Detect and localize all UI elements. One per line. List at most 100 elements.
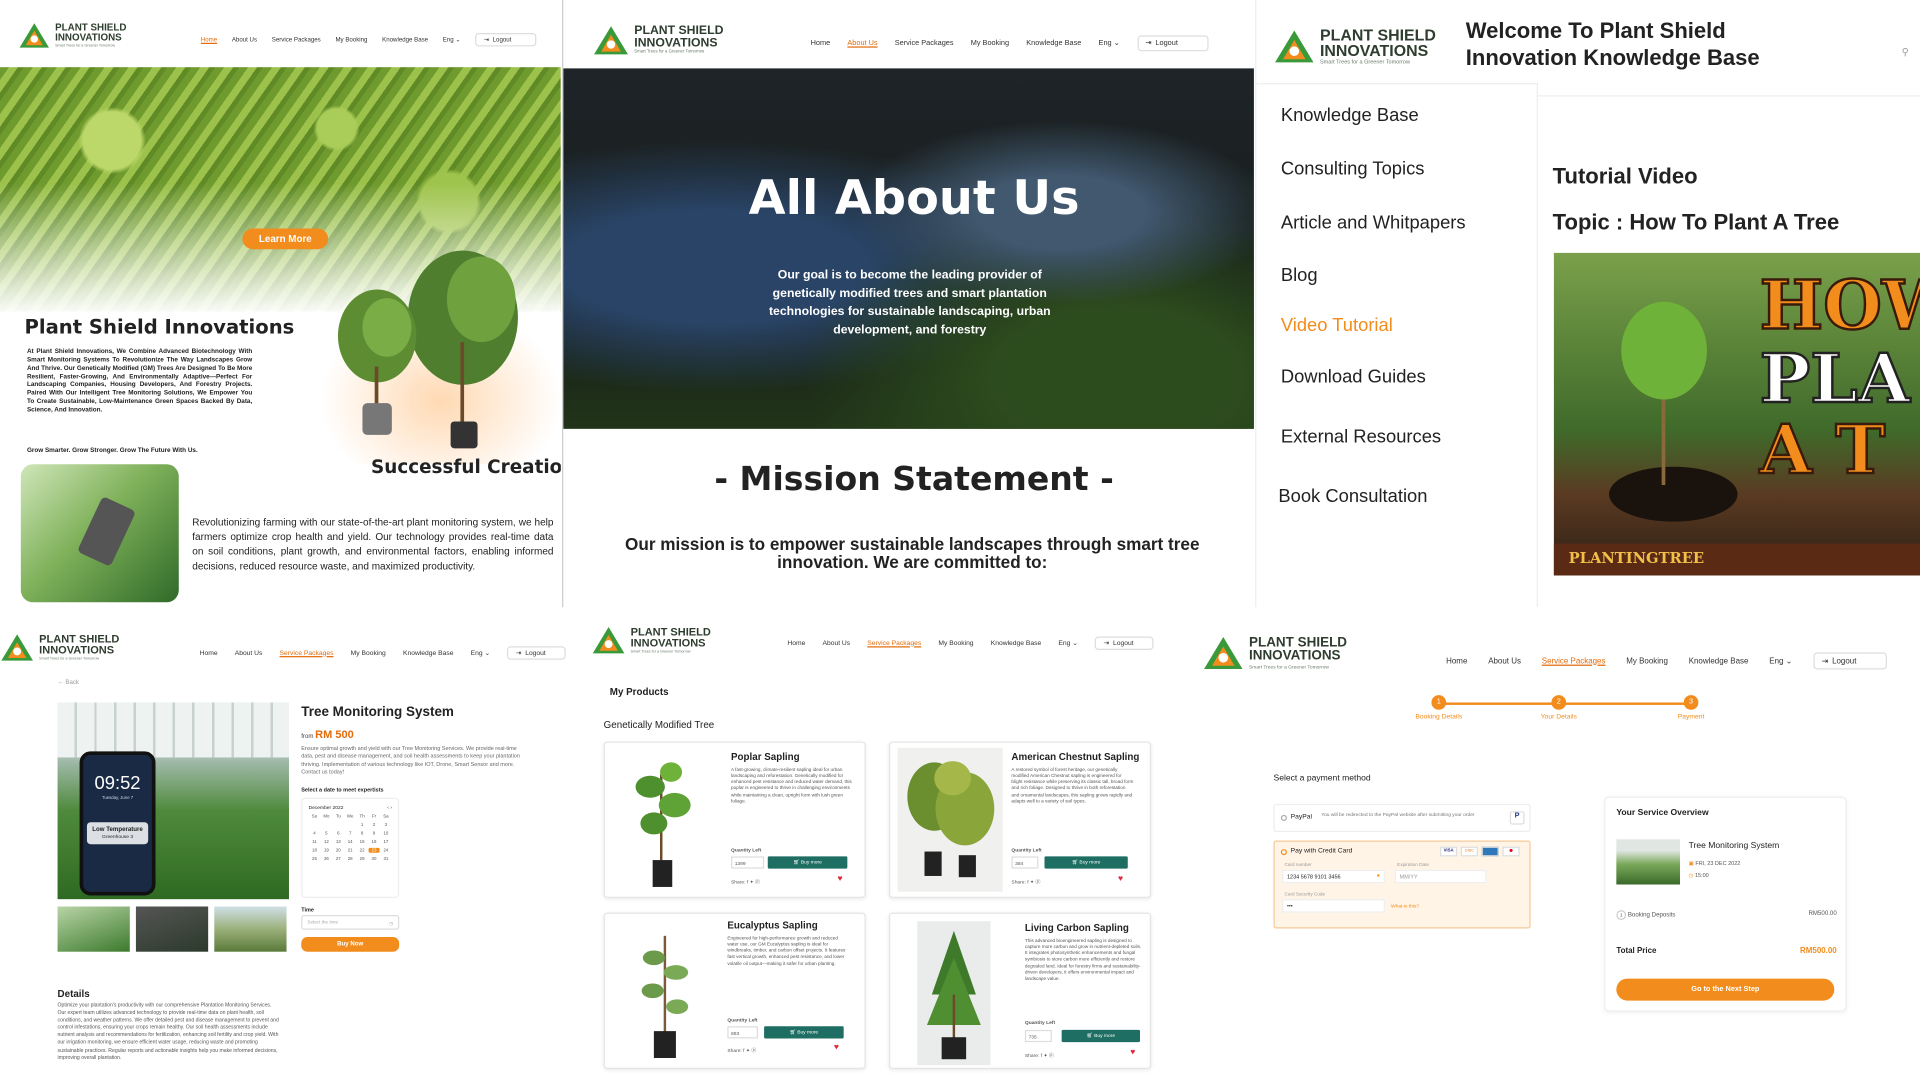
favorite-heart-icon[interactable]: ♥ [838,875,843,884]
nav-kb[interactable]: Knowledge Base [1689,657,1749,666]
favorite-heart-icon[interactable]: ♥ [834,1043,839,1052]
calendar-day[interactable]: 26 [320,856,332,861]
product-card[interactable]: Eucalyptus Sapling Engineered for high-p… [603,912,866,1069]
nav-about[interactable]: About Us [1488,657,1521,666]
language-select[interactable]: Eng ⌄ [1058,640,1078,647]
calendar-day[interactable]: 18 [309,848,321,853]
logo[interactable]: PLANT SHIELD INNOVATIONS Smart Trees for a… [0,633,119,662]
buy-more-button[interactable]: 🛒︎ Buy more [767,856,848,869]
calendar-day[interactable]: 13 [332,839,344,844]
paypal-radio[interactable] [1280,814,1287,821]
nav-home[interactable]: Home [787,640,805,647]
calendar-day[interactable]: 8 [356,831,368,836]
kb-item-articles[interactable]: Article and Whitpapers [1281,213,1466,234]
time-select[interactable]: Select the time ◷ [301,915,400,930]
calendar-day[interactable]: 31 [380,856,392,861]
logo[interactable]: PLANT SHIELD INNOVATIONS Smart Trees for a… [593,24,723,56]
calendar-day[interactable]: 28 [344,856,356,861]
language-select[interactable]: Eng ⌄ [443,36,461,43]
calendar-day[interactable]: 25 [309,856,321,861]
logout-button[interactable]: ⇥ Logout [1136,35,1209,52]
kb-item-video-tutorial[interactable]: Video Tutorial [1281,315,1393,336]
calendar-day[interactable]: 1 [356,822,368,827]
kb-item-consulting-topics[interactable]: Consulting Topics [1281,159,1425,180]
nav-kb[interactable]: Knowledge Base [1026,40,1081,47]
calendar-day[interactable]: 23 [368,847,380,853]
social-icons[interactable]: f ✦ ⓟ [747,878,760,884]
logo[interactable]: PLANT SHIELD INNOVATIONS Smart Trees for a… [1202,635,1347,670]
calendar-day[interactable]: 12 [320,839,332,844]
paypal-option[interactable]: PayPal You will be redirected to the Pay… [1273,803,1531,832]
quantity-input[interactable]: 1399 [731,856,765,869]
nav-packages[interactable]: Service Packages [1542,657,1606,666]
buy-more-button[interactable]: 🛒︎ Buy more [1061,1029,1141,1043]
nav-kb[interactable]: Knowledge Base [403,649,454,656]
step-3[interactable]: 3 Payment [1660,695,1721,721]
logo[interactable]: PLANT SHIELD INNOVATIONS Smart Trees for a… [1273,27,1436,65]
nav-packages[interactable]: Service Packages [272,36,321,43]
search-icon[interactable]: ⚲ [1902,46,1909,57]
nav-booking[interactable]: My Booking [351,649,386,656]
nav-about[interactable]: About Us [822,640,850,647]
calendar-day[interactable]: 3 [380,822,392,827]
calendar-nav-icon[interactable]: ‹ › [387,804,392,810]
calendar-day[interactable]: 5 [320,831,332,836]
thumb-3[interactable] [214,906,287,952]
calendar-day[interactable]: 19 [320,848,332,853]
logout-button[interactable]: ⇥ Logout [1813,652,1887,670]
nav-home[interactable]: Home [200,649,218,656]
logout-button[interactable]: ⇥ Logout [507,646,567,660]
buy-now-button[interactable]: Buy Now [301,937,400,952]
kb-item-download-guides[interactable]: Download Guides [1281,367,1426,388]
language-select[interactable]: Eng ⌄ [1769,656,1792,666]
calendar-day[interactable]: 6 [332,831,344,836]
kb-item-knowledge-base[interactable]: Knowledge Base [1281,105,1419,126]
calendar-day[interactable]: 20 [332,848,344,853]
calendar-day[interactable]: 21 [344,848,356,853]
quantity-input[interactable]: 735 [1024,1029,1052,1043]
social-icons[interactable]: f ✦ ⓟ [1027,878,1040,884]
nav-kb[interactable]: Knowledge Base [991,640,1042,647]
nav-kb[interactable]: Knowledge Base [382,36,428,43]
calendar-day[interactable]: 10 [380,831,392,836]
what-is-this-link[interactable]: What is this? [1391,903,1419,909]
logo[interactable]: PLANT SHIELD INNOVATIONS Smart Trees for a… [591,626,711,655]
calendar-day[interactable]: 16 [368,839,380,844]
product-card[interactable]: American Chestnut Sapling A restored sym… [888,741,1152,898]
quantity-input[interactable]: 893 [727,1026,758,1039]
calendar-day[interactable]: 24 [380,848,392,853]
cvc-input[interactable]: ••• [1282,899,1385,913]
card-number-input[interactable]: 1234 5678 9101 3456 ● [1282,869,1385,884]
thumb-2[interactable] [135,906,209,952]
calendar-day[interactable]: 14 [344,839,356,844]
calendar-day[interactable]: 2 [368,822,380,827]
nav-booking[interactable]: My Booking [971,40,1009,47]
calendar-day[interactable]: 4 [309,831,321,836]
nav-about[interactable]: About Us [235,649,263,656]
calendar-day[interactable]: 17 [380,839,392,844]
calendar-day[interactable]: 11 [309,839,321,844]
product-card[interactable]: Poplar Sapling A fast-growing, climate-r… [603,741,866,898]
back-link[interactable]: ← Back [58,679,79,686]
calendar-day[interactable]: 30 [368,856,380,861]
logout-button[interactable]: ⇥ Logout [1095,636,1154,650]
step-1[interactable]: 1 Booking Details [1408,695,1469,721]
nav-packages[interactable]: Service Packages [280,649,334,656]
language-select[interactable]: Eng ⌄ [1099,39,1120,47]
favorite-heart-icon[interactable]: ♥ [1130,1048,1135,1057]
next-step-button[interactable]: Go to the Next Step [1616,978,1835,1001]
card-radio[interactable] [1280,849,1287,856]
nav-packages[interactable]: Service Packages [895,40,954,47]
favorite-heart-icon[interactable]: ♥ [1118,875,1123,884]
nav-booking[interactable]: My Booking [938,640,973,647]
nav-home[interactable]: Home [811,40,831,47]
buy-more-button[interactable]: 🛒︎ Buy more [1044,856,1128,869]
nav-home[interactable]: Home [1446,657,1467,666]
product-card[interactable]: Living Carbon Sapling This advanced bioe… [888,912,1152,1069]
kb-item-external-resources[interactable]: External Resources [1281,426,1441,447]
kb-item-book-consultation[interactable]: Book Consultation [1278,486,1427,507]
expiry-input[interactable]: MM/YY [1394,869,1487,884]
nav-booking[interactable]: My Booking [1626,657,1668,666]
calendar-day[interactable]: 15 [356,839,368,844]
calendar-day[interactable]: 7 [344,831,356,836]
